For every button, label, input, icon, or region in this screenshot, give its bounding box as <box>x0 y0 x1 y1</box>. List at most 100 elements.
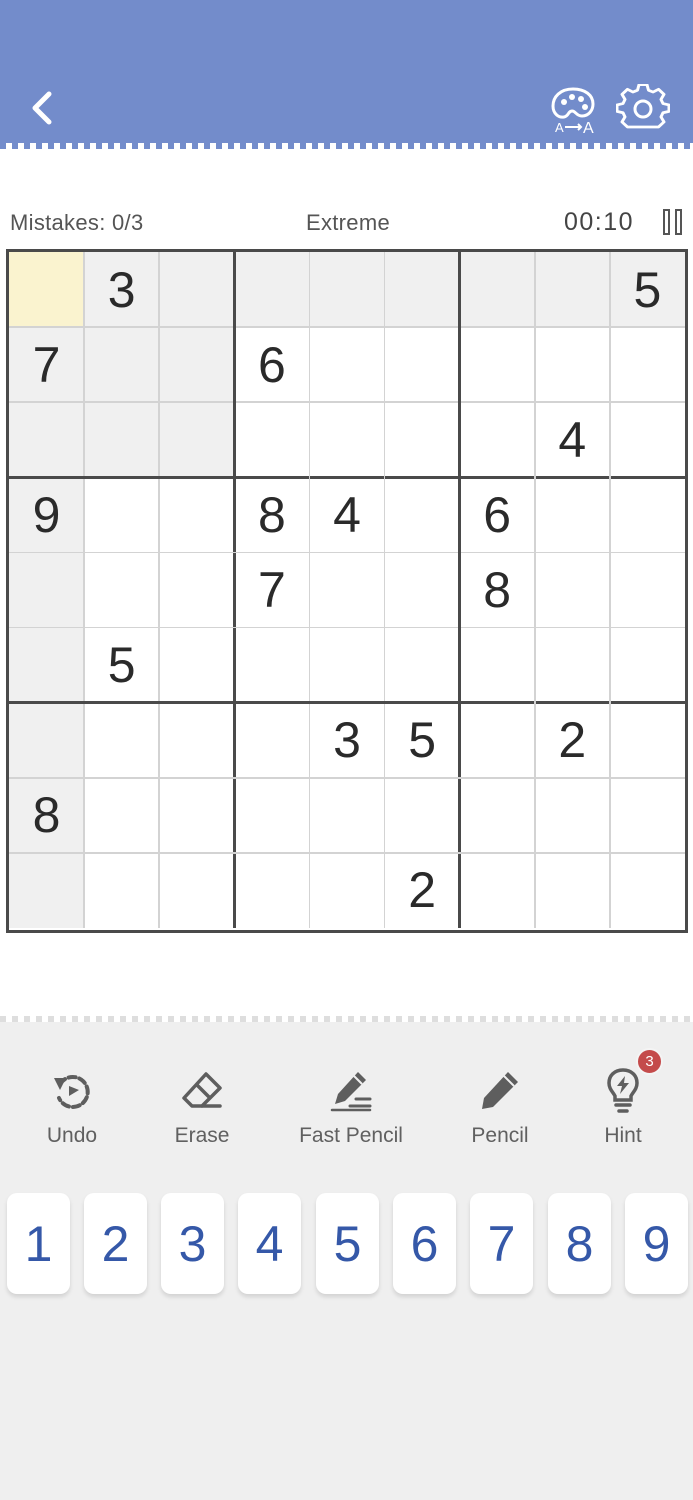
number-key-9[interactable]: 9 <box>625 1193 688 1294</box>
number-key-5[interactable]: 5 <box>316 1193 379 1294</box>
board-cell[interactable] <box>385 778 460 853</box>
number-key-8[interactable]: 8 <box>548 1193 611 1294</box>
board-cell[interactable] <box>84 552 159 627</box>
board-cell[interactable] <box>309 628 384 703</box>
fast-pencil-button[interactable]: Fast Pencil <box>286 1064 416 1154</box>
back-button[interactable] <box>18 84 66 132</box>
board-cell[interactable] <box>309 252 385 328</box>
number-key-2[interactable]: 2 <box>84 1193 147 1294</box>
number-key-1[interactable]: 1 <box>7 1193 70 1294</box>
undo-button[interactable]: Undo <box>7 1064 137 1154</box>
board-cell[interactable] <box>84 778 159 853</box>
board-cell[interactable] <box>460 327 535 402</box>
board-cell[interactable] <box>535 552 610 627</box>
hint-button[interactable]: Hint <box>558 1064 688 1154</box>
board-cell[interactable] <box>385 628 460 703</box>
board-cell[interactable] <box>84 703 159 778</box>
board-cell[interactable] <box>309 778 384 853</box>
board-cell[interactable]: 8 <box>460 552 535 627</box>
board-cell[interactable]: 3 <box>84 252 160 328</box>
board-cell[interactable] <box>234 703 309 778</box>
board-cell[interactable] <box>535 853 610 928</box>
board-cell[interactable]: 5 <box>609 252 685 328</box>
board-cell[interactable] <box>234 402 309 477</box>
board-cell[interactable]: 8 <box>234 477 309 552</box>
board-cell[interactable] <box>9 402 85 478</box>
settings-button[interactable] <box>615 83 671 136</box>
board-cell[interactable] <box>309 853 384 928</box>
pencil-button[interactable]: Pencil <box>435 1064 565 1154</box>
board-cell[interactable]: 5 <box>84 628 159 703</box>
board-cell[interactable] <box>9 252 85 328</box>
board-cell[interactable] <box>385 552 460 627</box>
board-cell[interactable] <box>385 327 460 402</box>
board-cell[interactable]: 7 <box>234 552 309 627</box>
board-cell[interactable] <box>460 703 535 778</box>
number-key-4[interactable]: 4 <box>238 1193 301 1294</box>
board-cell[interactable]: 6 <box>460 477 535 552</box>
board-cell[interactable] <box>84 327 160 403</box>
board-cell[interactable] <box>535 327 610 402</box>
board-cell[interactable] <box>159 778 234 853</box>
board-cell[interactable] <box>159 628 234 703</box>
board-cell[interactable] <box>385 402 460 477</box>
board-cell[interactable] <box>309 327 384 402</box>
board-cell[interactable] <box>234 853 309 928</box>
theme-button[interactable]: A A <box>546 84 600 137</box>
board-cell[interactable]: 2 <box>535 703 610 778</box>
board-cell[interactable] <box>610 703 685 778</box>
board-cell[interactable] <box>460 778 535 853</box>
board-cell[interactable]: 8 <box>9 777 85 853</box>
pause-button[interactable] <box>658 207 686 237</box>
number-key-6[interactable]: 6 <box>393 1193 456 1294</box>
board-cell[interactable] <box>385 477 460 552</box>
board-cell[interactable] <box>610 778 685 853</box>
board-cell[interactable] <box>9 852 85 928</box>
board-cell[interactable] <box>84 402 160 478</box>
board-cell[interactable]: 6 <box>234 327 309 402</box>
board-cell[interactable] <box>610 552 685 627</box>
board-cell[interactable] <box>84 853 159 928</box>
board-cell[interactable]: 3 <box>309 703 384 778</box>
number-key-3[interactable]: 3 <box>161 1193 224 1294</box>
erase-button[interactable]: Erase <box>137 1064 267 1154</box>
board-cell[interactable] <box>309 402 384 477</box>
board-cell[interactable] <box>535 778 610 853</box>
board-cell[interactable] <box>309 552 384 627</box>
board-cell[interactable] <box>159 402 235 478</box>
board-cell[interactable]: 2 <box>385 853 460 928</box>
board-cell[interactable] <box>384 252 460 328</box>
board-cell[interactable] <box>9 552 85 628</box>
board-cell[interactable] <box>159 252 235 328</box>
board-cell[interactable] <box>610 402 685 477</box>
board-cell[interactable] <box>234 628 309 703</box>
board-cell[interactable] <box>9 702 85 778</box>
board-cell[interactable] <box>460 402 535 477</box>
board-cell[interactable]: 9 <box>9 477 85 553</box>
board-cell[interactable]: 4 <box>309 477 384 552</box>
grid-line <box>9 551 685 554</box>
board-cell[interactable] <box>460 628 535 703</box>
board-cell[interactable] <box>159 477 234 552</box>
board-cell[interactable] <box>610 628 685 703</box>
board-cell[interactable]: 5 <box>385 703 460 778</box>
number-key-7[interactable]: 7 <box>470 1193 533 1294</box>
board-cell[interactable] <box>460 853 535 928</box>
board-cell[interactable] <box>159 327 235 403</box>
board-cell[interactable]: 7 <box>9 327 85 403</box>
board-cell[interactable] <box>610 327 685 402</box>
board-cell[interactable] <box>84 477 159 552</box>
board-cell[interactable]: 4 <box>535 402 610 477</box>
board-cell[interactable] <box>610 853 685 928</box>
board-cell[interactable] <box>159 853 234 928</box>
board-cell[interactable] <box>535 628 610 703</box>
board-cell[interactable] <box>159 703 234 778</box>
board-cell[interactable] <box>234 252 310 328</box>
board-cell[interactable] <box>610 477 685 552</box>
board-cell[interactable] <box>535 477 610 552</box>
board-cell[interactable] <box>234 778 309 853</box>
board-cell[interactable] <box>159 552 234 627</box>
board-cell[interactable] <box>459 252 535 328</box>
board-cell[interactable] <box>534 252 610 328</box>
board-cell[interactable] <box>9 627 85 703</box>
